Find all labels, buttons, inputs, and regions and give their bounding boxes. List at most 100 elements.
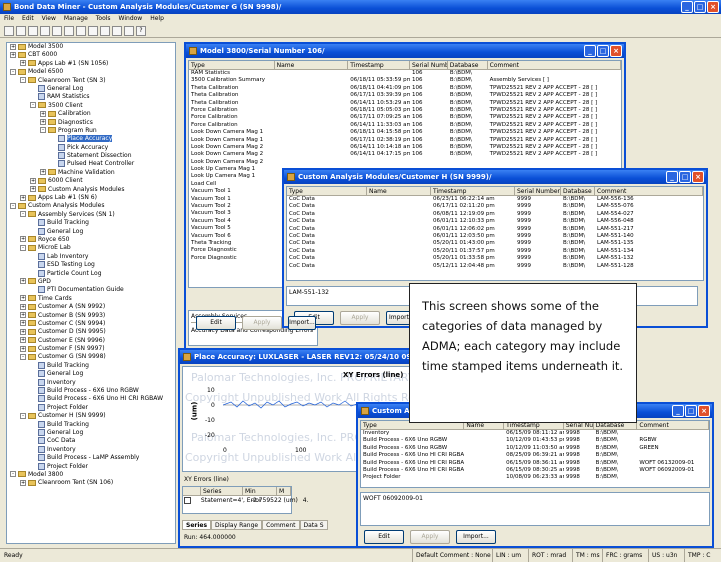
table-row[interactable]: RAM Statistics 106 B:\BDM\ xyxy=(189,70,621,77)
collapse-icon[interactable]: - xyxy=(30,102,36,109)
collapse-icon[interactable]: - xyxy=(10,68,16,75)
expand-icon[interactable]: + xyxy=(10,51,16,58)
table-row[interactable]: Force Calibration 06/18/11 05:05:03 pm 106… xyxy=(189,107,621,114)
menu-edit[interactable]: Edit xyxy=(22,14,34,24)
collapse-icon[interactable]: - xyxy=(20,244,26,251)
expand-icon[interactable]: + xyxy=(20,479,26,486)
table-row[interactable]: Inventory 06/15/09 08:11:12 am 9998 B:\BDM\ xyxy=(361,430,709,437)
collapse-icon[interactable]: - xyxy=(20,77,26,84)
expand-icon[interactable]: + xyxy=(20,320,26,327)
tree-node[interactable]: - Program Run xyxy=(7,127,175,135)
collapse-icon[interactable]: - xyxy=(40,127,46,134)
tree-node[interactable]: + Customer B (SN 9993) xyxy=(7,312,175,320)
menu-help[interactable]: Help xyxy=(150,14,164,24)
table-row[interactable]: Build Process - 6X6 Uno HI CRI RGBAW 06/1… xyxy=(361,460,709,467)
tree-node[interactable]: General Log xyxy=(7,227,175,236)
tree-node[interactable]: - Assembly Services (SN 1) xyxy=(7,211,175,219)
expand-icon[interactable]: + xyxy=(20,303,26,310)
tree-node[interactable]: Project Folder xyxy=(7,403,175,412)
customer-g-edit-button[interactable]: Edit xyxy=(364,530,404,544)
menu-manage[interactable]: Manage xyxy=(64,14,88,24)
tree-node[interactable]: - Custom Analysis Modules xyxy=(7,202,175,210)
table-row[interactable]: CoC Data 06/08/11 12:19:09 pm 9999 B:\BDM\ L… xyxy=(287,211,703,218)
table-row[interactable]: Force Calibration 06/14/11 11:33:03 am 106… xyxy=(189,122,621,129)
table-row[interactable]: Theta Calibration 06/17/11 03:39:39 pm 106… xyxy=(189,92,621,99)
tree-node[interactable]: Build Tracking xyxy=(7,219,175,227)
device-tree[interactable]: + Model 3500 + CBT 6000 + Apps Lab #1 (SN 105… xyxy=(6,42,176,544)
window-icon[interactable] xyxy=(100,26,110,36)
print-icon[interactable] xyxy=(28,26,38,36)
maximize-button[interactable]: □ xyxy=(685,405,697,417)
tree-node[interactable]: + Customer D (SN 9995) xyxy=(7,328,175,336)
tree-node[interactable]: Inventory xyxy=(7,445,175,454)
table-icon[interactable] xyxy=(88,26,98,36)
customer-g-detail-panel[interactable]: WOFT 06092009-01 xyxy=(360,492,710,526)
collapse-icon[interactable]: - xyxy=(10,202,16,209)
column-header[interactable]: Database xyxy=(561,187,595,195)
expand-icon[interactable]: + xyxy=(40,169,46,176)
stop-icon[interactable] xyxy=(124,26,134,36)
column-header[interactable]: Type xyxy=(189,61,275,69)
table-row[interactable]: CoC Data 06/23/11 06:22:14 am 9999 B:\BDM\ L… xyxy=(287,196,703,203)
tree-node[interactable]: + Custom Analysis Modules xyxy=(7,186,175,194)
close-button[interactable]: × xyxy=(610,45,622,57)
tree-node[interactable]: Project Folder xyxy=(7,462,175,471)
tab-display-range[interactable]: Display Range xyxy=(211,520,263,530)
tree-node[interactable]: General Log xyxy=(7,370,175,378)
table-row[interactable]: Look Down Camera Mag 1 06/18/11 04:15:58 … xyxy=(189,129,621,136)
tree-node[interactable]: ESD Testing Log xyxy=(7,261,175,269)
expand-icon[interactable]: + xyxy=(30,177,36,184)
tree-node[interactable]: General Log xyxy=(7,84,175,93)
menu-window[interactable]: Window xyxy=(119,14,143,24)
table-row[interactable]: CoC Data 06/01/11 12:10:33 pm 9999 B:\BDM\ L… xyxy=(287,218,703,225)
expand-icon[interactable]: + xyxy=(20,236,26,243)
table-row[interactable]: Look Down Camera Mag 2 06/14/11 10:14:18 … xyxy=(189,144,621,151)
series-checkbox[interactable] xyxy=(184,497,191,504)
column-header[interactable]: Comment xyxy=(488,61,621,69)
collapse-icon[interactable]: - xyxy=(10,471,16,478)
tree-node[interactable]: - Model 3800 xyxy=(7,471,175,479)
tree-node[interactable]: CoC Data xyxy=(7,437,175,445)
table-row[interactable]: Build Process - 6X6 Uno HI CRI RGBAW 06/1… xyxy=(361,467,709,474)
tree-node[interactable]: +6000 Client xyxy=(7,177,175,185)
column-header[interactable]: Comment xyxy=(595,187,703,195)
table-row[interactable]: Build Process - 6X6 Uno RGBW 10/12/09 11:… xyxy=(361,445,709,452)
expand-icon[interactable]: + xyxy=(40,119,46,126)
expand-icon[interactable]: + xyxy=(40,110,46,117)
tree-node[interactable]: + Apps Lab #1 (SN 1056) xyxy=(7,60,175,68)
tree-node[interactable]: + Apps Lab #1 (SN 6) xyxy=(7,194,175,202)
expand-icon[interactable]: + xyxy=(10,43,16,50)
tree-node[interactable]: PTI Documentation Guide xyxy=(7,286,175,294)
close-button[interactable]: × xyxy=(707,1,719,13)
tree-node[interactable]: + Customer C (SN 9994) xyxy=(7,320,175,328)
table-row[interactable]: Build Process - 6X6 Uno HI CRI RGBAW 08/2… xyxy=(361,452,709,459)
cut-icon[interactable] xyxy=(40,26,50,36)
column-header[interactable]: Comment xyxy=(637,421,709,429)
menu-tools[interactable]: Tools xyxy=(96,14,111,24)
tree-node[interactable]: Build Process - 6X6 Uno RGBW xyxy=(7,387,175,395)
tree-node[interactable]: + Cleanroom Tent (SN 106) xyxy=(7,479,175,487)
tree-node[interactable]: Build Tracking xyxy=(7,361,175,370)
settings-icon[interactable] xyxy=(112,26,122,36)
collapse-icon[interactable]: - xyxy=(20,211,26,218)
column-header[interactable]: Name xyxy=(367,187,431,195)
table-row[interactable]: CoC Data 06/17/11 02:11:20 pm 9999 B:\BDM\ L… xyxy=(287,203,703,210)
tree-node[interactable]: - Model 6500 xyxy=(7,68,175,76)
expand-icon[interactable]: + xyxy=(20,194,26,201)
table-row[interactable]: CoC Data 05/20/11 01:37:57 pm 9999 B:\BDM\ L… xyxy=(287,248,703,255)
tree-node[interactable]: + Customer A (SN 9992) xyxy=(7,303,175,311)
tree-node[interactable]: + Diagnostics xyxy=(7,119,175,127)
tree-node[interactable]: + Customer E (SN 9996) xyxy=(7,337,175,345)
model-3800-edit-button[interactable]: Edit xyxy=(196,316,236,330)
table-row[interactable]: Look Down Camera Mag 2 xyxy=(189,159,621,166)
customer-g-import-button[interactable]: Import... xyxy=(456,530,496,544)
menu-view[interactable]: View xyxy=(42,14,56,24)
tree-node[interactable]: RAM Statistics xyxy=(7,93,175,101)
tree-node[interactable]: - MicroE Lab xyxy=(7,244,175,252)
table-row[interactable]: CoC Data 05/20/11 01:33:58 pm 9999 B:\BDM\ L… xyxy=(287,255,703,262)
tab-comment[interactable]: Comment xyxy=(262,520,300,530)
minimize-button[interactable]: _ xyxy=(666,171,678,183)
expand-icon[interactable]: + xyxy=(20,345,26,352)
tree-node[interactable]: Pick Accuracy xyxy=(7,143,175,152)
table-row[interactable]: Theta Calibration 06/18/11 04:41:09 pm 106… xyxy=(189,85,621,92)
